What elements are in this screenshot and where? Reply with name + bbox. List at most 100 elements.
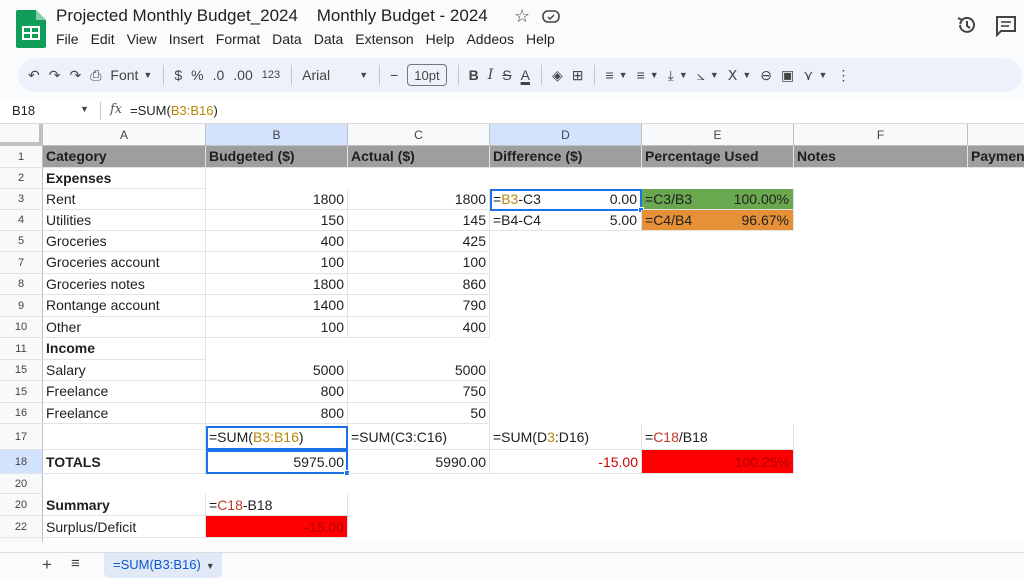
cell-e17[interactable]: =C18/B18 <box>642 424 794 450</box>
cell-b15b[interactable]: 800 <box>206 381 348 403</box>
redo-alt-icon[interactable]: ↷ <box>69 63 81 87</box>
row-header[interactable]: 20 <box>0 494 43 516</box>
cell-a15[interactable]: Salary <box>43 360 206 381</box>
column-header-g[interactable] <box>968 124 1024 146</box>
select-all-corner[interactable] <box>0 124 43 146</box>
cell-a5[interactable]: Groceries <box>43 231 206 252</box>
menu-data-2[interactable]: Data <box>314 31 350 47</box>
cell-a10[interactable]: Other <box>43 317 206 338</box>
menu-file[interactable]: File <box>56 31 85 47</box>
menu-help-2[interactable]: Help <box>526 31 561 47</box>
borders-icon[interactable]: ⊞ <box>572 63 584 87</box>
cell-a3[interactable]: Rent <box>43 189 206 210</box>
row-header[interactable]: 11 <box>0 338 43 360</box>
row-header[interactable]: 4 <box>0 210 43 231</box>
bold-button[interactable]: B <box>469 63 479 87</box>
cell-a8[interactable]: Groceries notes <box>43 274 206 295</box>
row-header[interactable]: 15 <box>0 360 43 381</box>
font-dropdown[interactable]: Font ▼ <box>110 63 152 87</box>
strikethrough-button[interactable]: S <box>502 63 511 87</box>
cell-c1[interactable]: Actual ($) <box>348 146 490 168</box>
menu-insert[interactable]: Insert <box>169 31 210 47</box>
column-header-d[interactable]: D <box>490 124 642 146</box>
cell-c5[interactable]: 425 <box>348 231 490 252</box>
menu-addons[interactable]: Addeos <box>466 31 519 47</box>
increase-decimals-button[interactable]: .00 <box>233 63 252 87</box>
menu-view[interactable]: View <box>127 31 163 47</box>
text-color-button[interactable]: A <box>521 63 530 87</box>
row-header[interactable]: 24 <box>0 538 43 542</box>
cell-a22[interactable]: Surplus/Deficit <box>43 516 206 538</box>
cell-a7[interactable]: Groceries account <box>43 252 206 274</box>
decrease-font-size-button[interactable]: − <box>390 63 398 87</box>
cell-b4[interactable]: 150 <box>206 210 348 231</box>
cell-c7[interactable]: 100 <box>348 252 490 274</box>
cell-b15[interactable]: 5000 <box>206 360 348 381</box>
all-sheets-button[interactable]: ≡ <box>71 555 80 572</box>
cell-b10[interactable]: 100 <box>206 317 348 338</box>
sheets-logo-icon[interactable] <box>16 10 46 48</box>
row-header[interactable]: 1 <box>0 146 43 168</box>
cell-d4[interactable]: =B4-C4 5.00 <box>490 210 642 231</box>
menu-format[interactable]: Format <box>216 31 266 47</box>
cell-c4[interactable]: 145 <box>348 210 490 231</box>
cell-a20[interactable]: Summary <box>43 494 206 516</box>
cell-a15b[interactable]: Freelance <box>43 381 206 403</box>
cell-a9[interactable]: Rontange account <box>43 295 206 317</box>
sheet-title-text[interactable]: Monthly Budget - 2024 <box>317 6 488 25</box>
cell-c3[interactable]: 1800 <box>348 189 490 210</box>
row-header[interactable]: 18 <box>0 450 43 474</box>
text-wrap-icon[interactable]: ⤓ ▼ <box>668 63 688 87</box>
font-size-input[interactable]: 10pt <box>407 64 447 86</box>
menu-edit[interactable]: Edit <box>91 31 121 47</box>
cell-c18[interactable]: 5990.00 <box>348 450 490 474</box>
column-header-e[interactable]: E <box>642 124 794 146</box>
cell-b5[interactable]: 400 <box>206 231 348 252</box>
cell-f1[interactable]: Notes <box>794 146 968 168</box>
comments-icon[interactable] <box>995 15 1017 37</box>
row-header[interactable]: 22 <box>0 516 43 538</box>
comment-add-icon[interactable]: ▣ <box>781 63 794 87</box>
cell-b8[interactable]: 1800 <box>206 274 348 295</box>
cell-c15b[interactable]: 750 <box>348 381 490 403</box>
row-header[interactable]: 16 <box>0 403 43 424</box>
cell-b18[interactable]: 5975.00 <box>206 450 348 474</box>
cell-c10[interactable]: 400 <box>348 317 490 338</box>
name-box[interactable]: B18 <box>12 103 35 118</box>
row-header[interactable]: 7 <box>0 252 43 274</box>
menu-data[interactable]: Data <box>272 31 308 47</box>
print-icon[interactable]: ⎙ <box>90 63 101 87</box>
link-icon[interactable]: ⊖ <box>760 63 772 87</box>
font-family-dropdown[interactable]: Arial ▼ <box>302 63 368 87</box>
add-sheet-button[interactable]: + <box>42 555 52 575</box>
functions-icon[interactable]: Ⅹ ▼ <box>728 63 752 87</box>
cell-a18[interactable]: TOTALS <box>43 450 206 474</box>
cell-b3[interactable]: 1800 <box>206 189 348 210</box>
column-header-a[interactable]: A <box>43 124 206 146</box>
row-header[interactable]: 2 <box>0 168 43 189</box>
cell-e1[interactable]: Percentage Used <box>642 146 794 168</box>
italic-button[interactable]: I <box>488 63 494 87</box>
cell-c15[interactable]: 5000 <box>348 360 490 381</box>
horizontal-align-icon[interactable]: ≡ ▼ <box>605 63 627 87</box>
decrease-decimals-button[interactable]: .0 <box>213 63 225 87</box>
cell-b20[interactable]: =C18-B18 <box>206 494 348 516</box>
cell-b1[interactable]: Budgeted ($) <box>206 146 348 168</box>
cell-e3[interactable]: =C3/B3 100.00% <box>642 189 794 210</box>
cell-c8[interactable]: 860 <box>348 274 490 295</box>
cell-g1[interactable]: Paymen <box>968 146 1024 168</box>
fill-color-icon[interactable]: ◈ <box>552 63 563 87</box>
caret-down-icon[interactable]: ▼ <box>80 104 89 114</box>
menu-help[interactable]: Help <box>426 31 461 47</box>
column-header-b[interactable]: B <box>206 124 348 146</box>
document-title[interactable]: Projected Monthly Budget_2024 Monthly Bu… <box>56 6 502 26</box>
star-icon[interactable]: ☆ <box>514 6 530 27</box>
row-header[interactable]: 20 <box>0 474 43 494</box>
cell-b22[interactable]: -15.00 <box>206 516 348 538</box>
cell-d1[interactable]: Difference ($) <box>490 146 642 168</box>
menu-extensions[interactable]: Extenson <box>355 31 419 47</box>
cell-c9[interactable]: 790 <box>348 295 490 317</box>
cell-a1[interactable]: Category <box>43 146 206 168</box>
cell-a4[interactable]: Utilities <box>43 210 206 231</box>
row-header[interactable]: 9 <box>0 295 43 317</box>
